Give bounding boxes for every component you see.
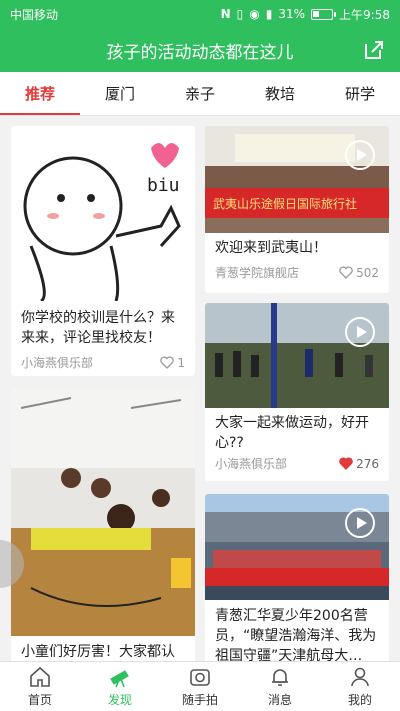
banner-text: 武夷山乐途假日国际旅行社: [213, 196, 357, 211]
post-image-doodle: biu: [11, 126, 195, 301]
bell-icon: [272, 669, 288, 686]
play-icon[interactable]: [345, 140, 375, 170]
page-title: 孩子的活动动态都在这儿: [106, 42, 294, 63]
tab-parent-child[interactable]: 亲子: [160, 72, 240, 115]
category-tabs: 推荐 厦门 亲子 教培 研学: [0, 72, 400, 116]
post-card[interactable]: 武夷山乐途假日国际旅行社 欢迎来到武夷山！ 青葱学院旗舰店 502: [205, 126, 389, 293]
like-button[interactable]: 1: [160, 356, 185, 370]
signal-icon: ▮: [265, 7, 273, 21]
nav-label: 随手拍: [181, 693, 218, 707]
heart-icon: [339, 457, 353, 470]
tab-label: 厦门: [104, 85, 135, 103]
clock: 上午9:58: [339, 7, 390, 22]
doodle-text: biu: [147, 175, 180, 196]
post-meta: 小海燕俱乐部 1: [21, 354, 185, 371]
share-icon[interactable]: [362, 38, 386, 62]
tab-study-tour[interactable]: 研学: [320, 72, 400, 115]
like-button[interactable]: 276: [339, 457, 379, 471]
tab-label: 研学: [344, 85, 375, 103]
eye-icon: ◉: [249, 7, 260, 21]
status-right: N ▯ ◉ ▮ 31% 上午9:58: [221, 6, 390, 23]
nav-label: 消息: [267, 693, 292, 707]
post-author: 小海燕俱乐部: [21, 356, 94, 370]
post-card[interactable]: biu 你学校的校训是什么？来来来，评论里找校友！ 小海燕俱乐部 1: [11, 126, 195, 376]
like-button[interactable]: 502: [339, 266, 379, 280]
bottom-navigation: 首页 发现 随手拍 消息 我的: [0, 661, 400, 711]
post-author: 青葱学院旗舰店: [215, 266, 300, 280]
nav-home[interactable]: 首页: [0, 662, 80, 711]
play-icon[interactable]: [345, 317, 375, 347]
tab-training[interactable]: 教培: [240, 72, 320, 115]
nav-label: 发现: [107, 693, 132, 707]
home-icon: [30, 666, 50, 687]
tab-recommend[interactable]: 推荐: [0, 72, 80, 115]
post-image-classroom: [11, 388, 195, 636]
heart-icon: [160, 356, 175, 369]
camera-icon: [190, 669, 210, 686]
post-meta: 小海燕俱乐部 276: [215, 455, 379, 472]
post-title: 小童们好厉害！大家都认: [21, 644, 175, 660]
heart-icon: [339, 266, 353, 279]
post-meta: 青葱学院旗舰店 502: [215, 264, 379, 281]
post-title: 大家一起来做运动，好开心??: [215, 415, 369, 451]
like-count: 502: [356, 265, 379, 280]
post-author: 小海燕俱乐部: [215, 457, 288, 471]
carrier-label: 中国移动: [10, 7, 59, 22]
post-card[interactable]: 大家一起来做运动，好开心?? 小海燕俱乐部 276: [205, 303, 389, 481]
battery-icon: [311, 8, 337, 20]
post-title: 你学校的校训是什么？来来来，评论里找校友！: [21, 310, 175, 346]
nav-label: 首页: [27, 693, 52, 707]
tab-label: 亲子: [184, 85, 215, 103]
nav-snapshot[interactable]: 随手拍: [160, 662, 240, 711]
nav-profile[interactable]: 我的: [320, 662, 400, 711]
nav-label: 我的: [347, 693, 372, 707]
post-card[interactable]: 青葱汇华夏少年200名营员，“瞭望浩瀚海洋、我为祖国守疆”天津航母大…: [205, 494, 389, 661]
nav-discover[interactable]: 发现: [80, 662, 160, 711]
play-icon[interactable]: [345, 508, 375, 538]
user-icon: [351, 667, 369, 687]
post-title: 欢迎来到武夷山！: [215, 240, 327, 256]
battery-percent: 31%: [278, 7, 306, 21]
app-header: 孩子的活动动态都在这儿: [0, 28, 400, 72]
vibrate-icon: ▯: [236, 7, 244, 21]
tab-label: 教培: [264, 85, 295, 103]
like-count: 1: [177, 355, 185, 370]
nav-messages[interactable]: 消息: [240, 662, 320, 711]
status-bar: 中国移动 N ▯ ◉ ▮ 31% 上午9:58: [0, 0, 400, 28]
post-card[interactable]: 小童们好厉害！大家都认: [11, 388, 195, 661]
telescope-icon: [110, 670, 129, 688]
nfc-icon: N: [220, 7, 231, 21]
tab-label: 推荐: [24, 85, 55, 103]
like-count: 276: [356, 456, 379, 471]
tab-xiamen[interactable]: 厦门: [80, 72, 160, 115]
post-feed: biu 你学校的校训是什么？来来来，评论里找校友！ 小海燕俱乐部 1 武夷山乐途…: [0, 116, 400, 661]
post-title: 青葱汇华夏少年200名营员，“瞭望浩瀚海洋、我为祖国守疆”天津航母大…: [215, 608, 377, 661]
